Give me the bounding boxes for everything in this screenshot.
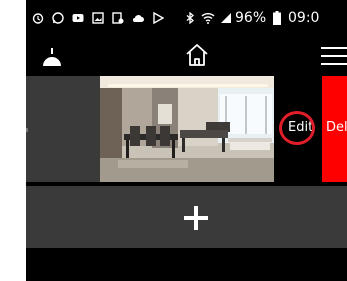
row-edge-marker bbox=[26, 128, 28, 132]
home-icon[interactable] bbox=[184, 42, 210, 68]
empty-area bbox=[26, 248, 347, 281]
bluetooth-icon bbox=[186, 12, 195, 24]
edit-highlight-circle bbox=[279, 111, 315, 145]
alarm-icon bbox=[32, 13, 44, 24]
wifi-icon bbox=[201, 13, 215, 24]
signal-icon bbox=[221, 13, 231, 23]
cloud-icon bbox=[132, 15, 144, 23]
lamp-icon[interactable] bbox=[41, 48, 63, 68]
delete-button[interactable]: Del bbox=[326, 120, 347, 135]
room-list-item[interactable]: Edit Del bbox=[26, 76, 347, 182]
download-icon bbox=[112, 12, 124, 24]
app-bar bbox=[26, 38, 347, 76]
clock: 09:0 bbox=[288, 10, 320, 26]
play-store-icon bbox=[153, 12, 164, 24]
plus-icon[interactable] bbox=[182, 204, 210, 232]
youtube-icon bbox=[72, 14, 84, 22]
hamburger-menu-icon[interactable] bbox=[321, 45, 347, 67]
phone-screen: 96% 09:0 Edit Del bbox=[26, 0, 347, 281]
battery-icon bbox=[273, 11, 281, 25]
status-bar: 96% 09:0 bbox=[26, 0, 347, 38]
gallery-icon bbox=[92, 12, 104, 24]
room-thumbnail[interactable] bbox=[100, 76, 274, 182]
battery-percent: 96% bbox=[235, 10, 267, 26]
whatsapp-icon bbox=[52, 12, 64, 24]
